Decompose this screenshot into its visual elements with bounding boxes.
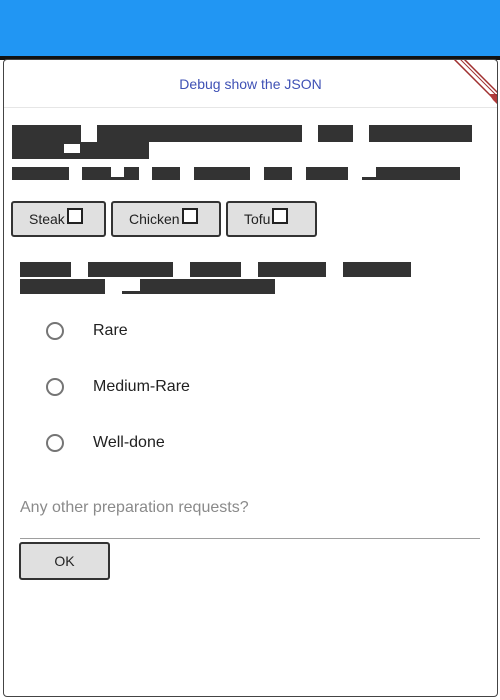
radio-well-done-circle-icon[interactable] <box>46 434 64 452</box>
chip-tofu-checkbox-icon <box>272 208 289 224</box>
preparation-requests-input[interactable] <box>20 490 480 526</box>
app-header-bar <box>0 0 500 56</box>
radio-option-rare[interactable]: Rare <box>46 311 486 351</box>
order-dialog: Debug show the JSON Steak Chicken Tofu R… <box>3 59 498 697</box>
radio-rare-circle-icon[interactable] <box>46 322 64 340</box>
chip-steak-checkbox-icon <box>66 208 83 224</box>
chip-steak[interactable]: Steak <box>11 201 106 237</box>
radio-medium-rare-label: Medium-Rare <box>93 378 190 395</box>
debug-banner-ribbon-icon <box>453 60 497 104</box>
chip-steak-label: Steak <box>29 211 65 227</box>
preparation-requests-field[interactable] <box>20 490 480 539</box>
chip-chicken-label: Chicken <box>129 211 180 227</box>
radio-option-medium-rare[interactable]: Medium-Rare <box>46 367 486 407</box>
chip-tofu[interactable]: Tofu <box>226 201 317 237</box>
radio-medium-rare-circle-icon[interactable] <box>46 378 64 396</box>
radio-well-done-label: Well-done <box>93 434 165 451</box>
chip-tofu-label: Tofu <box>244 211 271 227</box>
radio-option-well-done[interactable]: Well-done <box>46 423 486 463</box>
chip-chicken[interactable]: Chicken <box>111 201 221 237</box>
debug-show-json-link[interactable]: Debug show the JSON <box>4 60 497 108</box>
radio-rare-label: Rare <box>93 322 128 339</box>
ok-button[interactable]: OK <box>19 542 110 580</box>
chip-chicken-checkbox-icon <box>181 208 198 224</box>
dialog-header-divider <box>4 107 497 108</box>
